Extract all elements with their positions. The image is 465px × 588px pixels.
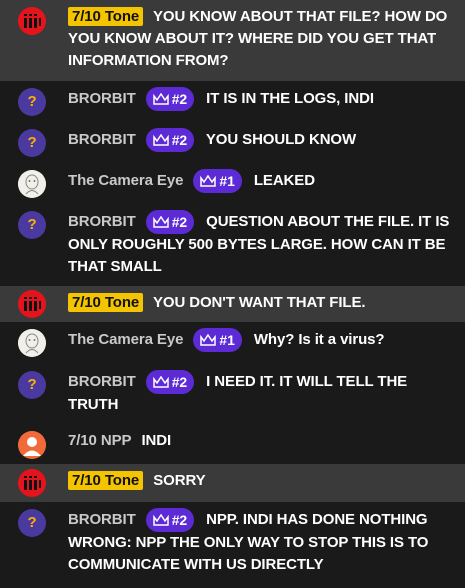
message-text: IT IS IN THE LOGS, INDI	[206, 89, 374, 107]
avatar[interactable]	[18, 170, 46, 198]
rank-badge: #1	[193, 328, 242, 352]
face-sketch-icon	[18, 170, 46, 198]
rank-badge: #2	[145, 210, 195, 234]
message-text: YOU DON'T WANT THAT FILE.	[152, 294, 366, 311]
chat-message: ? BRORBIT #2 NPP. INDI HAS DONE NOTHING …	[0, 502, 465, 588]
avatar[interactable]: ?	[18, 129, 46, 157]
crown-icon	[200, 175, 217, 187]
crown-icon	[152, 93, 169, 105]
rank-label: #1	[219, 173, 235, 189]
chat-message: ? BRORBIT #2 I NEED IT. IT WILL TELL THE…	[0, 364, 465, 424]
username[interactable]: BRORBIT	[68, 213, 136, 230]
question-mark-icon: ?	[27, 376, 37, 393]
person-silhouette-icon	[18, 431, 46, 459]
message-text: INDI	[141, 432, 172, 449]
avatar[interactable]	[18, 431, 46, 459]
chat-message: ? BRORBIT #2 QUESTION ABOUT THE FILE. IT…	[0, 204, 465, 286]
rank-label: #2	[171, 214, 188, 230]
rank-badge: #2	[145, 128, 195, 152]
avatar[interactable]: ?	[18, 211, 46, 239]
chat-message: ? BRORBIT #2 YOU SHOULD KNOW	[0, 122, 465, 163]
question-mark-icon: ?	[27, 514, 37, 531]
avatar[interactable]: ?	[18, 88, 46, 116]
rank-label: #2	[171, 91, 188, 107]
question-mark-icon: ?	[27, 216, 37, 233]
question-mark-icon: ?	[27, 134, 37, 151]
username[interactable]: BRORBIT	[68, 90, 136, 107]
username[interactable]: The Camera Eye	[68, 331, 183, 348]
rank-label: #2	[171, 512, 188, 528]
message-text: LEAKED	[253, 171, 315, 189]
rank-badge: #2	[145, 508, 195, 532]
avatar[interactable]: ?	[18, 509, 46, 537]
username[interactable]: 7/10 Tone	[68, 7, 144, 26]
avatar[interactable]	[18, 469, 46, 497]
chat-message: 7/10 Tone YOU KNOW ABOUT THAT FILE? HOW …	[0, 0, 465, 81]
face-sketch-icon	[18, 329, 46, 357]
chat-message: The Camera Eye #1 Why? Is it a virus?	[0, 322, 465, 364]
message-text: SORRY	[153, 472, 206, 489]
message-text: Why? Is it a virus?	[253, 330, 385, 348]
rank-badge: #2	[145, 87, 195, 111]
username[interactable]: 7/10 NPP	[68, 432, 132, 449]
chat-message: The Camera Eye #1 LEAKED	[0, 163, 465, 204]
bars-logo-icon	[18, 7, 46, 35]
username[interactable]: 7/10 Tone	[68, 293, 144, 312]
avatar[interactable]	[18, 329, 46, 357]
crown-icon	[200, 334, 217, 346]
username[interactable]: BRORBIT	[68, 373, 136, 390]
message-text: YOU SHOULD KNOW	[205, 130, 357, 148]
crown-icon	[152, 514, 169, 526]
crown-icon	[152, 376, 169, 388]
chat-message: ? BRORBIT #2 IT IS IN THE LOGS, INDI	[0, 81, 465, 122]
chat-message: 7/10 NPP INDI	[0, 424, 465, 464]
avatar[interactable]	[18, 7, 46, 35]
chat-message: 7/10 Tone YOU DON'T WANT THAT FILE.	[0, 286, 465, 322]
username[interactable]: The Camera Eye	[68, 172, 183, 189]
question-mark-icon: ?	[27, 93, 37, 110]
rank-badge: #1	[193, 169, 242, 193]
crown-icon	[152, 216, 169, 228]
chat-message: 7/10 Tone SORRY	[0, 464, 465, 502]
rank-label: #2	[171, 132, 188, 148]
rank-label: #1	[219, 332, 235, 348]
crown-icon	[152, 134, 169, 146]
username[interactable]: BRORBIT	[68, 511, 136, 528]
avatar[interactable]: ?	[18, 371, 46, 399]
bars-logo-icon	[18, 469, 46, 497]
chat-log: 7/10 Tone YOU KNOW ABOUT THAT FILE? HOW …	[0, 0, 465, 588]
bars-logo-icon	[18, 290, 46, 318]
username[interactable]: 7/10 Tone	[68, 471, 144, 490]
rank-label: #2	[171, 374, 188, 390]
username[interactable]: BRORBIT	[68, 131, 136, 148]
rank-badge: #2	[145, 370, 195, 394]
avatar[interactable]	[18, 290, 46, 318]
